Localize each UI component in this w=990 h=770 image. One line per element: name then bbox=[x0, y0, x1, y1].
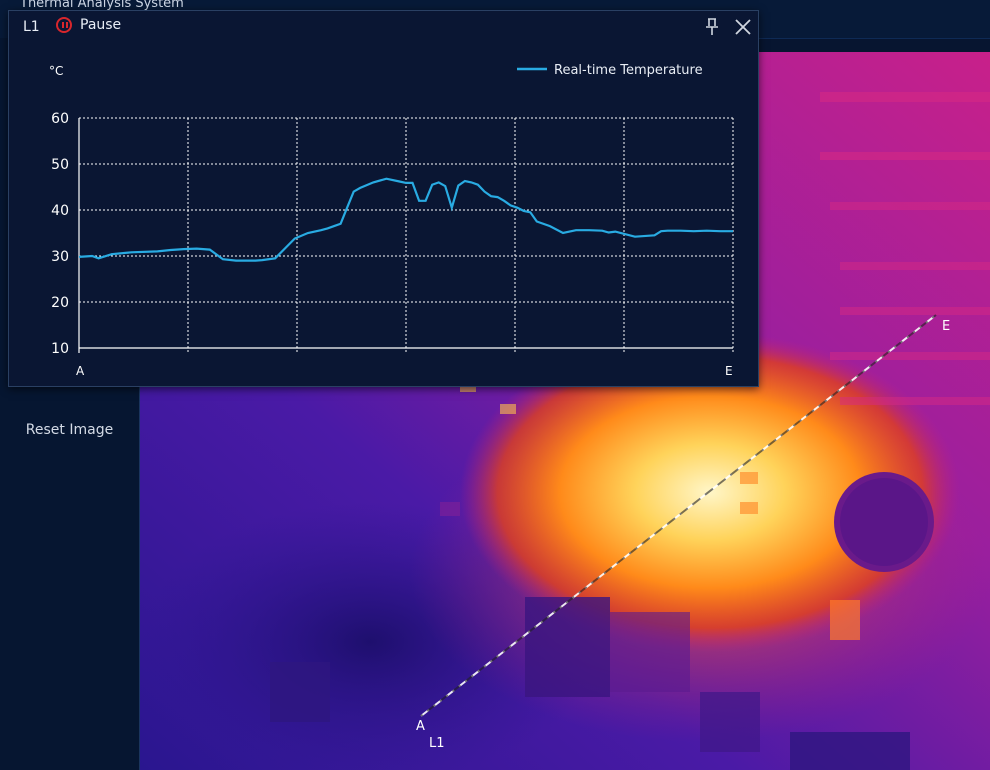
chart-y-ticks: 10 20 30 40 50 60 bbox=[51, 111, 69, 357]
y-tick-label: 20 bbox=[51, 295, 69, 311]
reset-image-button[interactable]: Reset Image bbox=[0, 422, 139, 438]
line-end-label: E bbox=[942, 319, 951, 334]
y-tick-label: 30 bbox=[51, 249, 69, 265]
pause-button[interactable]: Pause bbox=[56, 17, 121, 33]
line-start-label: A bbox=[416, 719, 425, 734]
chart-x-start-label: A bbox=[76, 364, 85, 378]
chart-grid bbox=[78, 117, 734, 353]
chart-legend: Real-time Temperature bbox=[517, 63, 703, 78]
temperature-chart: 10 20 30 40 50 60 °C A E Real-time Temperatur… bbox=[49, 63, 734, 378]
popup-line-id: L1 bbox=[23, 19, 40, 35]
popup-header[interactable]: L1 Pause bbox=[9, 11, 758, 43]
y-tick-label: 40 bbox=[51, 203, 69, 219]
pause-icon bbox=[56, 17, 72, 33]
pin-icon[interactable] bbox=[703, 17, 721, 37]
pause-label: Pause bbox=[80, 17, 122, 33]
close-icon[interactable] bbox=[733, 17, 753, 37]
temperature-profile-popup[interactable]: L1 Pause 10 20 30 40 50 60 °C A E Real-time T… bbox=[8, 10, 759, 387]
chart-y-unit-label: °C bbox=[49, 64, 63, 78]
y-tick-label: 50 bbox=[51, 157, 69, 173]
y-tick-label: 60 bbox=[51, 111, 69, 127]
line-name-label: L1 bbox=[429, 736, 445, 751]
y-tick-label: 10 bbox=[51, 341, 69, 357]
chart-x-end-label: E bbox=[725, 364, 733, 378]
legend-label: Real-time Temperature bbox=[554, 63, 703, 78]
